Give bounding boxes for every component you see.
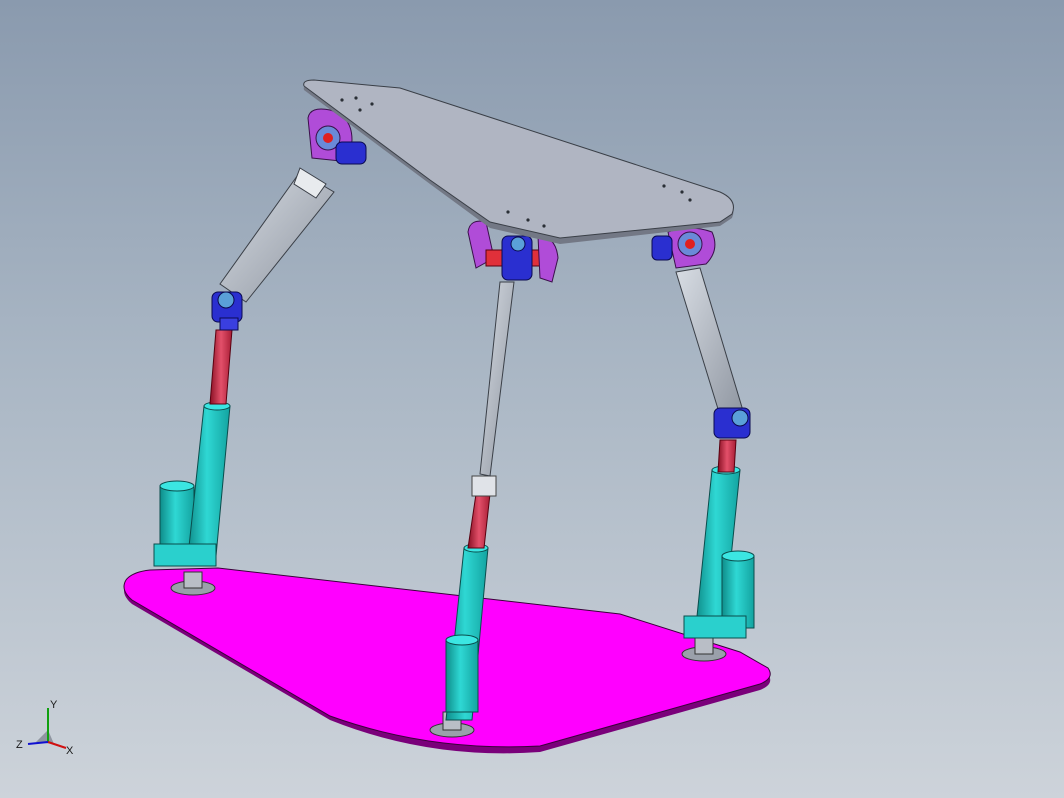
z-axis-label: Z [16, 739, 23, 751]
u-joint-left-lower[interactable] [211, 291, 243, 331]
actuator-right[interactable] [683, 439, 755, 639]
u-joint-right-lower[interactable] [713, 407, 751, 439]
cad-viewport[interactable]: Y X Z [0, 0, 1064, 798]
actuator-left[interactable] [153, 329, 233, 567]
x-axis-line [47, 741, 67, 749]
link-left[interactable] [219, 167, 335, 303]
y-axis-label: Y [50, 699, 58, 711]
stewart-platform-model[interactable] [0, 0, 1064, 798]
z-axis-line [27, 741, 49, 745]
mount-right[interactable] [651, 227, 716, 269]
link-front[interactable] [479, 281, 515, 477]
link-right[interactable] [675, 267, 745, 423]
axis-triad[interactable]: Y X Z [10, 696, 82, 768]
x-axis-label: X [66, 745, 74, 757]
top-plate[interactable] [303, 79, 734, 244]
